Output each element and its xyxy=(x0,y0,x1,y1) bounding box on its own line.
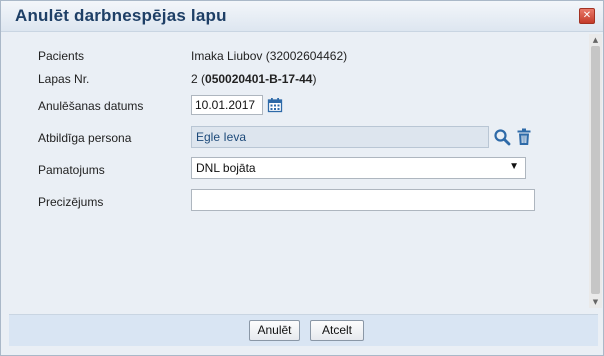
details-label: Precizējums xyxy=(38,195,104,209)
sheet-number: 050020401-B-17-44 xyxy=(205,72,313,86)
annul-date-label: Anulēšanas datums xyxy=(38,99,144,113)
responsible-person-field[interactable]: Egle Ieva xyxy=(191,126,489,148)
close-icon[interactable]: ✕ xyxy=(579,8,595,24)
cancel-button[interactable]: Atcelt xyxy=(310,320,364,341)
scroll-up-icon[interactable]: ▲ xyxy=(589,34,602,46)
details-input[interactable] xyxy=(191,189,535,211)
vertical-scrollbar[interactable]: ▲ ▼ xyxy=(589,34,602,308)
reason-selected-value: DNL bojāta xyxy=(196,161,256,175)
patient-value: Imaka Liubov (32002604462) xyxy=(191,49,348,63)
dialog-footer: Anulēt Atcelt xyxy=(9,314,598,346)
reason-label: Pamatojums xyxy=(38,163,105,177)
scrollbar-thumb[interactable] xyxy=(591,46,600,294)
sheet-number-value: 2 (050020401-B-17-44) xyxy=(191,72,316,86)
annul-date-input[interactable]: 10.01.2017 xyxy=(191,95,263,115)
trash-icon[interactable] xyxy=(516,128,532,146)
annul-dialog: Anulēt darbnespējas lapu ✕ Pacients Imak… xyxy=(0,0,604,356)
sheet-number-label: Lapas Nr. xyxy=(38,72,90,86)
patient-label: Pacients xyxy=(38,49,85,63)
dialog-title: Anulēt darbnespējas lapu xyxy=(15,6,227,25)
dropdown-arrow-icon: ▼ xyxy=(509,161,519,172)
annul-button[interactable]: Anulēt xyxy=(249,320,300,341)
search-icon[interactable] xyxy=(493,128,511,146)
scroll-down-icon[interactable]: ▼ xyxy=(589,296,602,308)
calendar-icon[interactable] xyxy=(267,97,283,113)
sheet-prefix: 2 ( xyxy=(191,72,206,86)
reason-select[interactable]: DNL bojāta ▼ xyxy=(191,157,526,179)
sheet-suffix: ) xyxy=(312,72,317,86)
responsible-person-label: Atbildīga persona xyxy=(38,131,132,145)
dialog-titlebar: Anulēt darbnespējas lapu ✕ xyxy=(1,1,603,32)
